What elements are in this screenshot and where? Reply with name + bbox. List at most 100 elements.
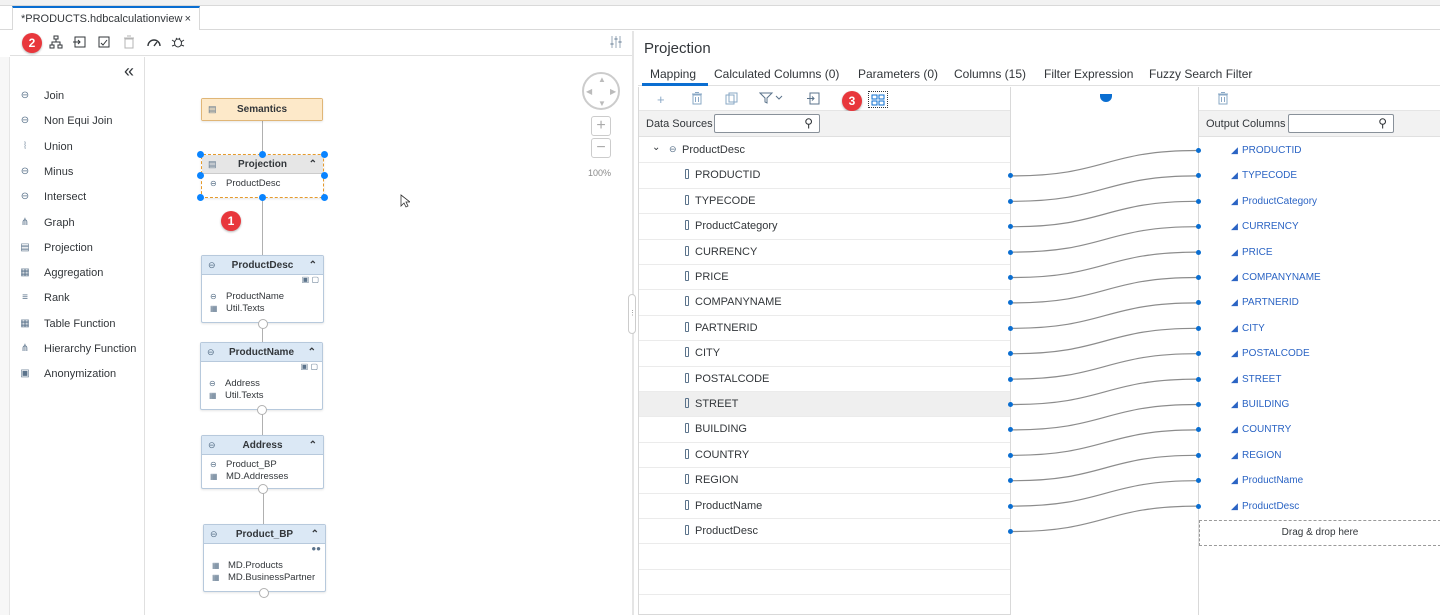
source-column-row[interactable]: STREET [639,392,1013,418]
settings-sliders-icon[interactable] [608,35,624,51]
tab-calculated-columns[interactable]: Calculated Columns (0) [714,67,839,81]
collapse-node-icon[interactable]: ⌃ [309,155,317,174]
projection-node[interactable]: ▤ Projection ⌃ ⊖ ProductDesc [201,154,324,198]
output-column-row[interactable]: ◢ COMPANYNAME [1196,265,1440,290]
tab-parameters[interactable]: Parameters (0) [858,67,938,81]
productdesc-node[interactable]: ⊖ ProductDesc ⌃ ▣ ▢ ⊖ ProductName ▦ Util.T… [201,255,324,323]
copy-icon[interactable] [725,92,738,108]
output-column-row[interactable]: ◢ REGION [1196,443,1440,468]
tab-fuzzy-search-filter[interactable]: Fuzzy Search Filter [1149,67,1252,81]
add-source-icon[interactable] [72,35,88,51]
mapping-line[interactable] [1012,149,1198,177]
selection-handle[interactable] [197,151,204,158]
mapping-line[interactable] [1012,454,1198,482]
palette-item-aggregation[interactable]: ▦ Aggregation [18,265,143,285]
selection-handle[interactable] [197,194,204,201]
source-column-row[interactable]: BUILDING [639,417,1013,443]
source-column-row[interactable]: COUNTRY [639,443,1013,469]
tab-columns[interactable]: Columns (15) [954,67,1026,81]
palette-item-non-equi-join[interactable]: ⊖ Non Equi Join [18,113,143,133]
add-icon[interactable]: + [657,92,665,107]
mapping-line[interactable] [1012,175,1198,202]
mapping-line[interactable] [1012,327,1198,355]
node-port[interactable] [259,588,269,598]
mapping-line[interactable] [1012,302,1198,329]
auto-layout-icon[interactable] [48,35,64,51]
palette-item-union[interactable]: ⦚ Union [18,139,143,159]
output-column-row[interactable]: ◢ CITY [1196,316,1440,341]
palette-item-table-function[interactable]: ▦ Table Function [18,316,143,336]
product-bp-node[interactable]: ⊖ Product_BP ⌃ ●● ▦ MD.Products ▦ MD.Busin… [203,524,326,592]
add-to-output-icon[interactable] [807,92,820,108]
mapping-port[interactable] [1196,325,1201,331]
source-column-row[interactable]: ProductName [639,494,1013,519]
zoom-in-icon[interactable]: + [591,116,611,136]
mapping-port[interactable] [1196,198,1201,204]
mapping-port[interactable] [1196,427,1201,433]
collapse-node-icon[interactable]: ⌃ [309,436,317,455]
collapse-node-icon[interactable]: ⌃ [309,256,317,275]
output-column-row[interactable]: ◢ STREET [1196,367,1440,392]
output-column-row[interactable]: ◢ TYPECODE [1196,163,1440,188]
selection-handle[interactable] [321,151,328,158]
source-node-row[interactable]: ⌄ ⊖ ProductDesc [639,138,1010,164]
output-column-row[interactable]: ◢ COUNTRY [1196,417,1440,442]
source-column-row[interactable]: TYPECODE [639,189,1013,215]
source-column-row[interactable]: CURRENCY [639,240,1013,265]
mapping-line[interactable] [1012,505,1198,533]
palette-item-anonymization[interactable]: ▣ Anonymization [18,366,143,386]
replace-node-icon[interactable] [96,35,112,51]
output-column-row[interactable]: ◢ PRODUCTID [1196,138,1440,163]
source-column-row[interactable]: PARTNERID [639,316,1013,342]
delete-icon[interactable] [691,92,703,108]
mapping-port[interactable] [1196,503,1201,509]
mapping-line[interactable] [1012,480,1198,507]
palette-item-hierarchy-function[interactable]: ⋔ Hierarchy Function [18,341,143,361]
mapping-port[interactable] [1196,376,1201,382]
tab-filter-expression[interactable]: Filter Expression [1044,67,1133,81]
palette-item-rank[interactable]: ≡ Rank [18,290,143,310]
selection-handle[interactable] [197,172,204,179]
selection-handle[interactable] [321,172,328,179]
selection-handle[interactable] [321,194,328,201]
search-icon[interactable]: ⚲ [804,116,813,130]
mapping-port[interactable] [1196,300,1201,306]
palette-item-join[interactable]: ⊖ Join [18,88,143,108]
mapping-port[interactable] [1196,224,1201,230]
palette-item-projection[interactable]: ▤ Projection [18,240,143,260]
productname-node[interactable]: ⊖ ProductName ⌃ ▣ ▢ ⊖ Address ▦ Util.Texts [200,342,323,410]
mapping-line[interactable] [1012,403,1198,431]
mapping-port[interactable] [1196,249,1201,255]
source-column-row[interactable]: PRODUCTID [639,163,1013,189]
delete-icon[interactable] [1217,92,1229,108]
collapse-palette-icon[interactable]: « [124,61,134,82]
collapse-node-icon[interactable]: ⌃ [308,343,316,362]
tab-mapping[interactable]: Mapping [650,67,696,81]
performance-analysis-icon[interactable] [146,35,162,51]
source-column-row[interactable]: REGION [639,468,1013,494]
join-type-icon[interactable]: ●● [204,544,325,556]
mapping-port[interactable] [1196,452,1201,458]
mapping-line[interactable] [1012,353,1198,380]
palette-item-intersect[interactable]: ⊖ Intersect [18,189,143,209]
output-column-row[interactable]: ◢ PRICE [1196,240,1440,265]
source-column-row[interactable]: COMPANYNAME [639,290,1013,316]
output-columns-search-input[interactable]: ⚲ [1288,114,1394,133]
mapping-line[interactable] [1012,226,1198,253]
palette-item-minus[interactable]: ⊖ Minus [18,164,143,184]
filter-icon[interactable] [758,92,783,107]
close-icon[interactable]: × [185,13,191,25]
output-column-row[interactable]: ◢ CURRENCY [1196,214,1440,239]
auto-map-icon[interactable] [868,91,888,108]
mapping-line[interactable] [1012,200,1198,228]
source-column-row[interactable]: ProductCategory [639,214,1013,240]
output-column-row[interactable]: ◢ POSTALCODE [1196,341,1440,366]
node-port[interactable] [258,319,268,329]
selection-handle[interactable] [259,151,266,158]
pan-navigation-control[interactable]: ▲ ▼ ◀ ▶ [582,72,620,110]
mapping-line[interactable] [1012,429,1198,456]
editor-tab[interactable]: *PRODUCTS.hdbcalculationview × [12,6,200,30]
output-column-row[interactable]: ◢ ProductName [1196,468,1440,493]
data-sources-search-input[interactable]: ⚲ [714,114,820,133]
output-column-row[interactable]: ◢ ProductDesc [1196,494,1440,519]
